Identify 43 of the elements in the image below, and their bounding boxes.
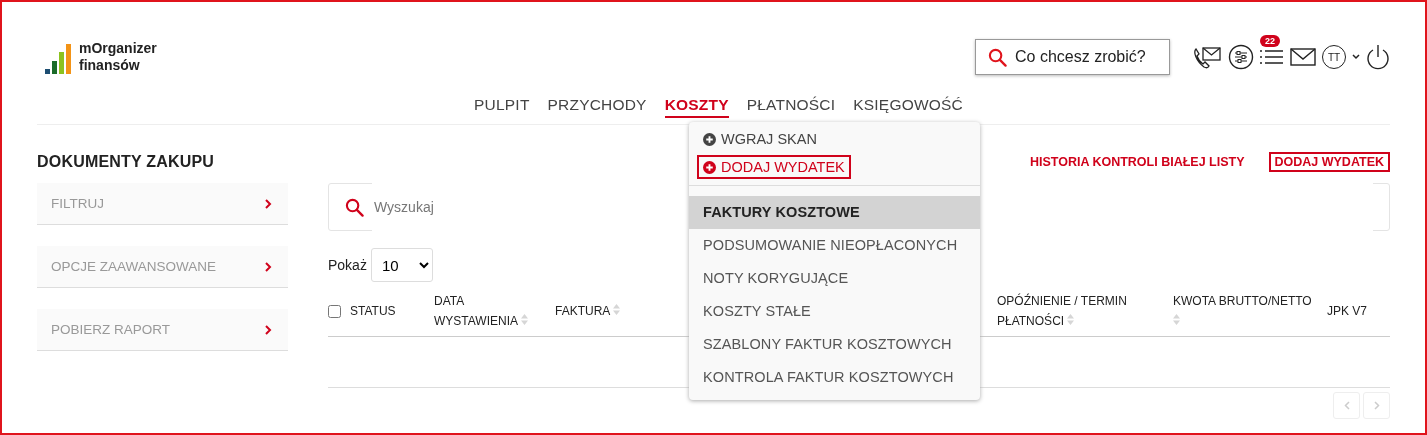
history-link[interactable]: HISTORIA KONTROLI BIAŁEJ LISTY [1029,155,1245,169]
caret-icon[interactable] [1352,54,1360,60]
chevron-right-icon [1373,401,1380,410]
chevron-right-icon [264,198,272,209]
quick-search-box[interactable]: Co chcesz zrobić? [975,39,1170,75]
chevron-right-icon [264,261,272,272]
search-icon [345,197,364,217]
menu-item[interactable]: KONTROLA FAKTUR KOSZTOWYCH [689,361,980,394]
quick-search-field[interactable]: Co chcesz zrobić? [1015,40,1155,74]
menu-item[interactable]: PODSUMOWANIE NIEOPŁACONYCH [689,229,980,262]
menu-item[interactable]: SZABLONY FAKTUR KOSZTOWYCH [689,328,980,361]
column-header[interactable]: KWOTA BRUTTO/NETTO [1173,291,1313,331]
nav-tab[interactable]: KOSZTY [664,96,729,118]
page-size-label: Pokaż [328,257,367,273]
column-header[interactable]: STATUS [350,301,396,321]
menu-action[interactable]: DODAJ WYDATEK [697,155,851,179]
plus-circle-icon [703,132,716,146]
page-size-select[interactable]: 10 [370,248,433,282]
nav-tab[interactable]: PRZYCHODY [547,96,647,116]
column-header[interactable]: OPÓŹNIENIE / TERMIN PŁATNOŚCI [997,291,1159,331]
chevron-left-icon [1343,401,1350,410]
power-icon[interactable] [1366,44,1390,70]
mail-icon[interactable] [1290,47,1316,67]
logo-text: mOrganizer finansów [79,40,157,74]
menu-item[interactable]: NOTY KORYGUJĄCE [689,262,980,295]
add-expense-button[interactable]: DODAJ WYDATEK [1268,152,1390,172]
nav-tab[interactable]: KSIĘGOWOŚĆ [853,96,963,116]
plus-circle-icon [703,160,716,174]
column-header[interactable]: FAKTURA [555,301,621,321]
logo-icon [45,44,73,74]
chevron-right-icon [264,324,272,335]
nav-tab[interactable]: PULPIT [474,96,530,116]
page-title: DOKUMENTY ZAKUPU [37,153,215,171]
menu-item[interactable]: KOSZTY STAŁE [689,295,980,328]
notification-badge: 22 [1260,35,1280,47]
menu-action[interactable]: WGRAJ SKAN [697,127,823,151]
sliders-icon[interactable] [1228,44,1254,70]
nav-tab[interactable]: PŁATNOŚCI [746,96,836,116]
select-all-checkbox[interactable] [328,304,341,318]
menu-item[interactable]: FAKTURY KOSZTOWE [689,196,980,229]
column-header[interactable]: DATA WYSTAWIENIA [434,291,541,331]
search-icon [988,47,1007,67]
column-header[interactable]: JPK V7 [1327,301,1368,321]
